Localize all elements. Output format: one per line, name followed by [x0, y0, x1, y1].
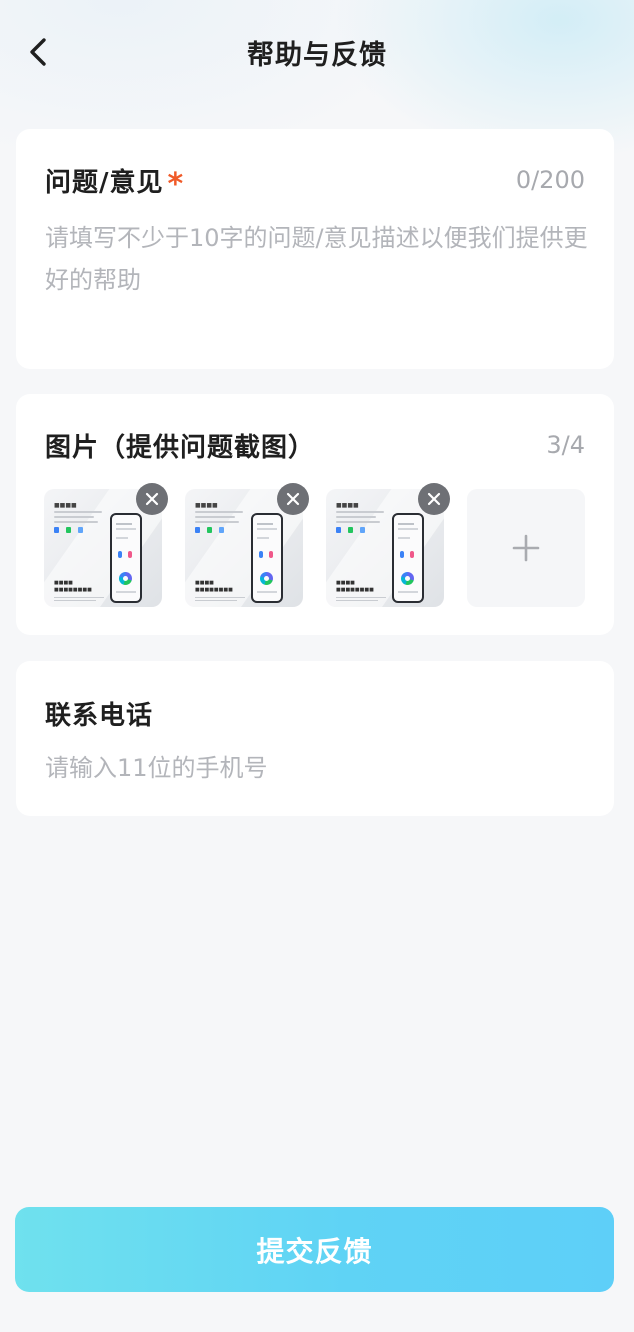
plus-icon	[512, 534, 540, 562]
page-title: 帮助与反馈	[247, 40, 387, 71]
screenshot-thumbnail[interactable]: ■■■■ ■■■■ ■■■■■■■■	[44, 483, 168, 607]
phone-title: 联系电话	[45, 701, 154, 731]
opinion-card: 问题/意见 * 0/200	[16, 129, 614, 369]
close-icon	[145, 492, 159, 506]
screenshot-thumbnail[interactable]: ■■■■ ■■■■ ■■■■■■■■	[185, 483, 309, 607]
phone-input[interactable]	[45, 751, 585, 785]
opinion-heading: 问题/意见 *	[45, 162, 185, 202]
remove-image-button[interactable]	[136, 483, 168, 515]
close-icon	[286, 492, 300, 506]
phone-card: 联系电话	[16, 661, 614, 816]
add-image-button[interactable]	[467, 489, 585, 607]
nav-bar: 帮助与反馈	[0, 0, 634, 104]
images-title: 图片（提供问题截图）	[45, 433, 316, 463]
opinion-title: 问题/意见	[45, 168, 164, 198]
remove-image-button[interactable]	[277, 483, 309, 515]
opinion-char-counter: 0/200	[515, 166, 585, 194]
images-card: 图片（提供问题截图） 3/4 ■■■■ ■■■■ ■■■■■■■■ ■■■■ ■…	[16, 394, 614, 635]
image-thumbnails: ■■■■ ■■■■ ■■■■■■■■ ■■■■ ■■■■ ■■■■■■■■ ■■…	[44, 483, 585, 607]
required-mark: *	[167, 167, 185, 202]
close-icon	[427, 492, 441, 506]
remove-image-button[interactable]	[418, 483, 450, 515]
submit-feedback-button[interactable]: 提交反馈	[15, 1207, 614, 1292]
screenshot-thumbnail[interactable]: ■■■■ ■■■■ ■■■■■■■■	[326, 483, 450, 607]
opinion-textarea[interactable]	[45, 217, 590, 347]
images-counter: 3/4	[546, 431, 585, 459]
